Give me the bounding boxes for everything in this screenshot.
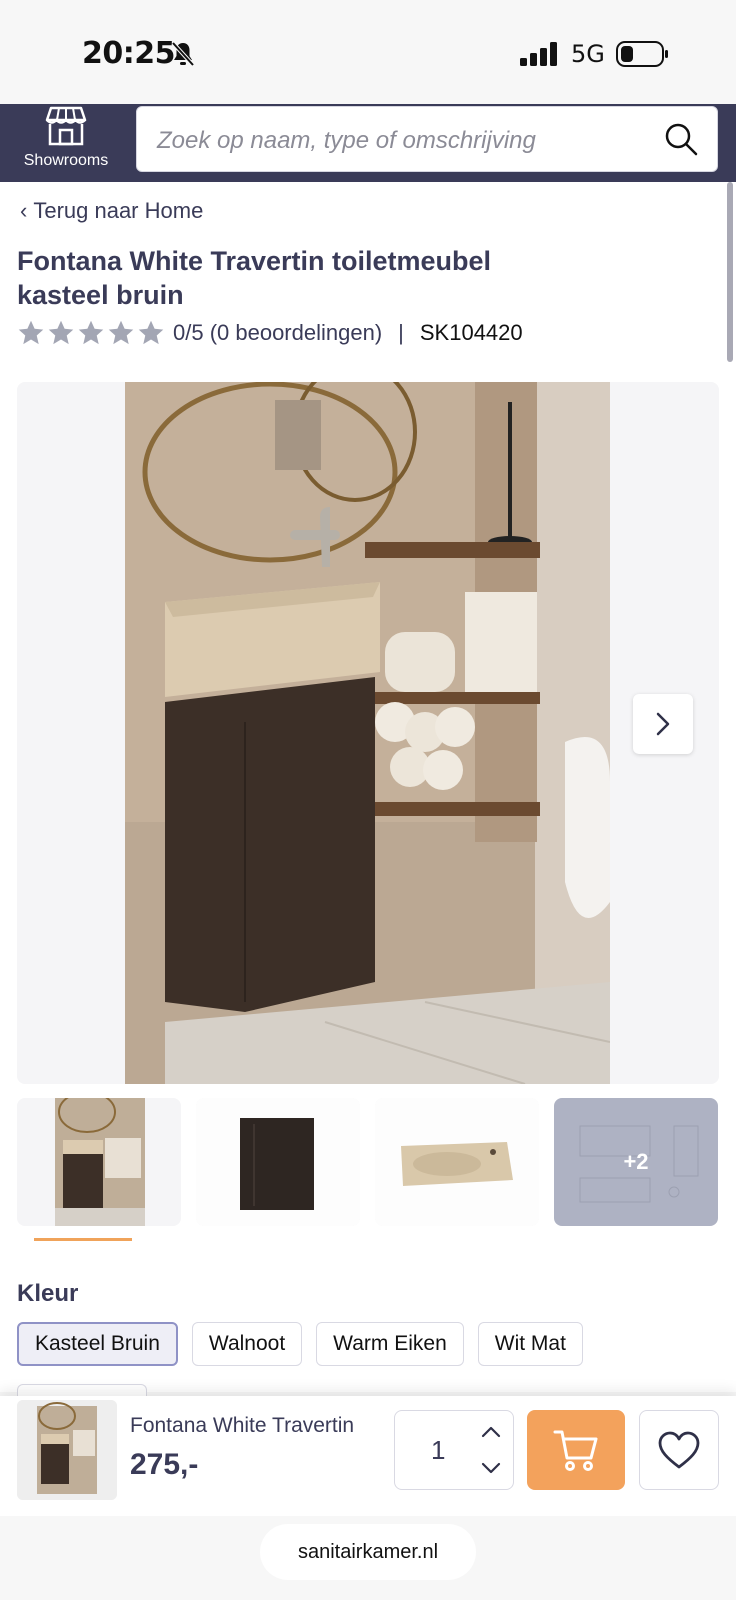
star-icon	[18, 320, 44, 345]
quantity-stepper[interactable]: 1	[394, 1410, 514, 1490]
chevron-up-icon[interactable]	[479, 1421, 503, 1443]
product-photo[interactable]	[125, 382, 610, 1084]
color-option-wit-mat[interactable]: Wit Mat	[477, 1322, 583, 1366]
browser-bar: sanitairkamer.nl	[0, 1516, 736, 1600]
thumbnail-technical-drawing[interactable]: +2	[554, 1098, 718, 1226]
product-gallery[interactable]	[17, 382, 719, 1084]
gallery-next-button[interactable]	[633, 694, 693, 754]
wishlist-button[interactable]	[639, 1410, 719, 1490]
color-options: Kasteel Bruin Walnoot Warm Eiken Wit Mat	[17, 1322, 583, 1366]
heart-icon	[658, 1431, 700, 1469]
sticky-add-to-cart-bar: Fontana White Travertin 275,- 1	[0, 1396, 736, 1516]
thumbnail-image	[375, 1098, 539, 1226]
thumbnail-image	[17, 1400, 117, 1500]
star-icon	[78, 320, 104, 345]
rating-row: 0/5 (0 beoordelingen) | SK104420	[17, 318, 523, 348]
product-page: ‹ Terug naar Home Fontana White Traverti…	[0, 182, 736, 1398]
more-images-badge[interactable]: +2	[554, 1098, 718, 1226]
bell-slash-icon	[171, 41, 195, 67]
thumbnail-cabinet[interactable]	[196, 1098, 360, 1226]
signal-icon	[520, 42, 557, 66]
add-to-cart-button[interactable]	[527, 1410, 625, 1490]
star-icon	[48, 320, 74, 345]
status-bar: 20:25 5G	[0, 0, 736, 104]
color-option-kasteel-bruin[interactable]: Kasteel Bruin	[17, 1322, 178, 1366]
color-heading: Kleur	[17, 1280, 79, 1307]
color-option-warm-eiken[interactable]: Warm Eiken	[316, 1322, 464, 1366]
quantity-value[interactable]: 1	[431, 1435, 445, 1466]
chevron-right-icon	[656, 712, 670, 736]
scrollbar[interactable]	[727, 182, 733, 362]
cart-icon	[553, 1430, 598, 1471]
clock: 20:25	[82, 36, 176, 71]
site-header: Showrooms Zoek op naam, type of omschrij…	[0, 104, 736, 182]
product-title: Fontana White Travertin toiletmeubel kas…	[17, 246, 492, 310]
thumbnail-strip: +2	[17, 1098, 719, 1228]
search-input[interactable]: Zoek op naam, type of omschrijving	[136, 106, 718, 172]
store-icon	[45, 106, 87, 146]
network-label: 5G	[571, 40, 605, 68]
sticky-price: 275,-	[130, 1448, 199, 1481]
active-thumbnail-indicator	[34, 1238, 132, 1241]
chevron-down-icon[interactable]	[479, 1457, 503, 1479]
back-label: Terug naar Home	[33, 198, 204, 223]
product-sku: SK104420	[419, 320, 523, 345]
thumbnail-main-photo[interactable]	[17, 1098, 181, 1226]
showrooms-button[interactable]: Showrooms	[0, 104, 132, 182]
chevron-left-icon: ‹	[20, 198, 28, 223]
star-icon	[108, 320, 134, 345]
showrooms-label: Showrooms	[23, 152, 109, 169]
separator: |	[398, 320, 404, 345]
sticky-product-thumbnail	[17, 1400, 117, 1500]
rating-text[interactable]: 0/5 (0 beoordelingen)	[173, 320, 382, 346]
thumbnail-washbasin[interactable]	[375, 1098, 539, 1226]
search-placeholder: Zoek op naam, type of omschrijving	[157, 127, 536, 154]
thumbnail-image	[55, 1098, 145, 1226]
star-icon	[138, 320, 164, 345]
battery-icon	[616, 41, 668, 67]
search-icon[interactable]	[663, 121, 699, 157]
star-rating[interactable]	[17, 319, 165, 347]
thumbnail-image	[196, 1098, 360, 1226]
color-option-walnoot[interactable]: Walnoot	[191, 1322, 303, 1366]
sticky-product-name: Fontana White Travertin	[130, 1414, 355, 1437]
url-field[interactable]: sanitairkamer.nl	[260, 1524, 476, 1580]
back-link[interactable]: ‹ Terug naar Home	[20, 198, 203, 224]
